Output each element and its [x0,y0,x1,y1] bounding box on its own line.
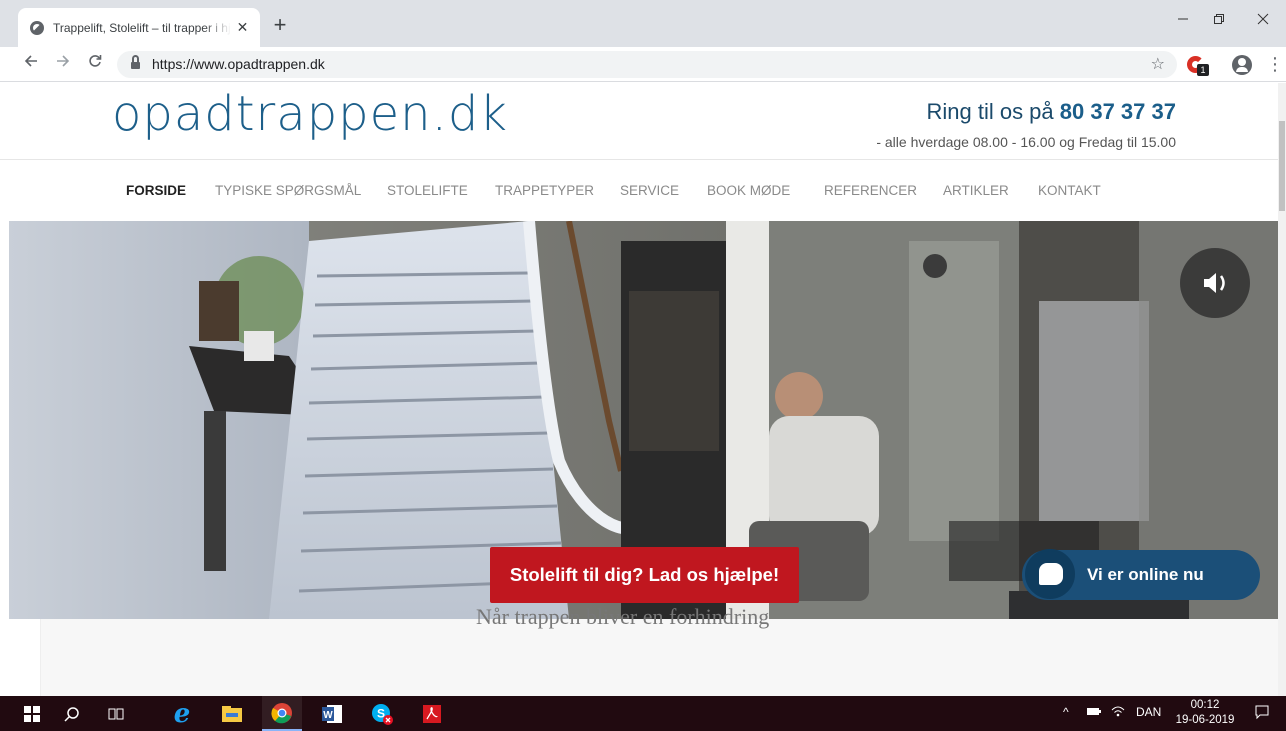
browser-toolbar: https://www.opadtrappen.dk ☆ [0,47,1286,82]
bookmark-star-icon[interactable]: ☆ [1151,54,1165,74]
input-language[interactable]: DAN [1136,705,1161,719]
nav-item-trappetyper[interactable]: TRAPPETYPER [495,183,594,198]
clock-time: 00:12 [1190,699,1220,711]
battery-icon[interactable] [1086,705,1102,720]
page-scrollbar[interactable] [1278,83,1286,696]
chrome-icon[interactable] [262,696,302,731]
search-icon[interactable] [52,696,92,731]
restore-icon[interactable] [1196,12,1242,34]
file-explorer-icon[interactable] [212,696,252,731]
scrollbar-thumb[interactable] [1279,121,1285,211]
extension-icon[interactable]: 1 [1187,54,1209,76]
site-header: opadtrappen.dk Ring til os på 80 37 37 3… [0,83,1278,160]
content-section [40,619,1278,696]
main-navigation: FORSIDE TYPISKE SPØRGSMÅL STOLELIFTE TRA… [0,161,1278,221]
chat-bubble-icon[interactable] [1025,549,1075,599]
browser-tab[interactable]: Trappelift, Stolelift – til trapper i hj… [18,8,260,47]
nav-item-artikler[interactable]: ARTIKLER [943,183,1009,198]
browser-menu-icon[interactable]: ⋮ [1266,53,1284,75]
address-bar[interactable]: https://www.opadtrappen.dk ☆ [117,51,1177,78]
mute-button[interactable] [1180,248,1250,318]
url-text: https://www.opadtrappen.dk [152,56,325,72]
internet-explorer-icon[interactable]: e [162,696,202,731]
show-hidden-icons-icon[interactable]: ^ [1063,705,1069,719]
phone-line: Ring til os på 80 37 37 37 [926,99,1176,125]
nav-item-book-moede[interactable]: BOOK MØDE [707,183,790,198]
notification-center-icon[interactable] [1254,704,1270,723]
acrobat-reader-icon[interactable] [412,696,452,731]
forward-icon[interactable] [52,53,74,75]
globe-icon [30,20,44,35]
nav-item-typiske-spoergsmaal[interactable]: TYPISKE SPØRGSMÅL [215,183,361,198]
phone-number[interactable]: 80 37 37 37 [1060,99,1176,124]
wifi-icon[interactable] [1110,705,1126,720]
extension-badge: 1 [1197,64,1209,76]
nav-item-forside[interactable]: FORSIDE [126,183,186,198]
close-window-icon[interactable] [1240,12,1286,34]
browser-tab-bar: Trappelift, Stolelift – til trapper i hj… [0,0,1286,47]
clock-date: 19-06-2019 [1175,714,1235,726]
site-logo[interactable]: opadtrappen.dk [112,88,508,140]
back-icon[interactable] [20,53,42,75]
chat-widget-label[interactable]: Vi er online nu [1087,565,1204,585]
nav-item-stolelifte[interactable]: STOLELIFTE [387,183,468,198]
system-clock[interactable]: 00:12 19-06-2019 [1170,698,1240,728]
skype-icon[interactable]: S [362,696,402,731]
reload-icon[interactable] [84,53,106,75]
windows-start-icon[interactable] [12,696,52,731]
svg-text:W: W [323,710,333,721]
task-view-icon[interactable] [96,696,136,731]
lock-icon [131,55,140,70]
opening-hours: - alle hverdage 08.00 - 16.00 og Fredag … [876,134,1176,150]
tab-title: Trappelift, Stolelift – til trapper i hj… [53,20,231,35]
new-tab-button[interactable]: + [268,14,292,38]
windows-taskbar: e W S ^ DAN 00:12 19-06-2019 [0,696,1286,731]
nav-item-kontakt[interactable]: KONTAKT [1038,183,1101,198]
intro-heading: Når trappen bliver en forhindring [476,604,770,629]
profile-avatar-icon[interactable] [1232,55,1252,75]
word-icon[interactable]: W [312,696,352,731]
nav-item-service[interactable]: SERVICE [620,183,679,198]
tab-close-icon[interactable]: ✕ [235,19,250,36]
speaker-icon [1204,273,1225,293]
nav-item-referencer[interactable]: REFERENCER [824,183,917,198]
cta-help-button[interactable]: Stolelift til dig? Lad os hjælpe! [490,547,799,603]
phone-prefix: Ring til os på [926,99,1060,124]
